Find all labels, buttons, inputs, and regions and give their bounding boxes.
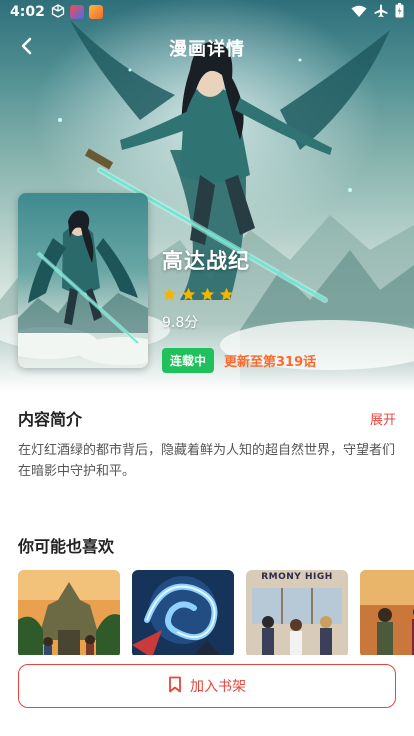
synopsis-header: 内容简介 展开 [18,406,396,430]
comic-info: 高达战纪 9.8分 连载中 更新至第319话 [162,245,316,373]
status-left-icons [51,3,103,22]
synopsis-text: 在灯红酒绿的都市背后，隐藏着鲜为人知的超自然世界，守望者们在暗影中守护和平。 [18,443,396,479]
card-cover-image [360,570,414,658]
status-right-icons [351,2,404,22]
recommend-card-warriors[interactable] [360,570,414,658]
card-cover-text: RMONY HIGH [261,572,333,582]
app-icon-orange [88,5,103,19]
bookmark-icon [168,676,182,697]
back-button[interactable] [12,33,42,63]
bottom-bar: 加入书架 [0,655,414,736]
star-icon [162,287,177,301]
comic-cover[interactable] [18,193,148,368]
recommend-card-blue-dragon[interactable] [132,570,234,658]
wifi-icon [351,3,367,22]
top-bar: 漫画详情 [0,30,414,66]
recommend-list: RMONY HIGH [18,570,414,658]
update-text: 更新至第319话 [224,355,317,370]
comic-title: 高达战纪 [162,249,250,273]
recommend-card-jungle-temple[interactable] [18,570,120,658]
airplane-icon [374,3,388,22]
battery-icon [395,2,404,22]
recommend-header: 你可能也喜欢 [18,533,396,557]
status-badge: 连载中 [162,348,215,373]
cover-illustration [18,210,148,365]
add-to-shelf-label: 加入书架 [190,679,246,695]
synopsis-title: 内容简介 [18,410,83,429]
recommend-title: 你可能也喜欢 [18,537,115,556]
add-to-shelf-button[interactable]: 加入书架 [18,664,396,708]
cube-icon [51,3,65,22]
card-cover-image [18,570,120,658]
expand-button[interactable]: 展开 [370,409,396,428]
status-time: 4:02 [10,4,45,20]
star-icon [181,287,196,301]
chevron-left-icon [20,37,34,59]
card-cover-image [132,570,234,658]
recommend-card-school-class[interactable]: RMONY HIGH [246,570,348,658]
rating-stars [162,287,316,302]
star-icon [200,287,215,301]
app-icon-red [69,5,84,19]
status-bar: 4:02 [0,0,414,24]
score: 9.8分 [162,315,199,331]
page-title: 漫画详情 [169,39,245,60]
comic-tags: 连载中 更新至第319话 [162,348,316,373]
star-icon [219,287,234,301]
card-cover-image [246,570,348,658]
